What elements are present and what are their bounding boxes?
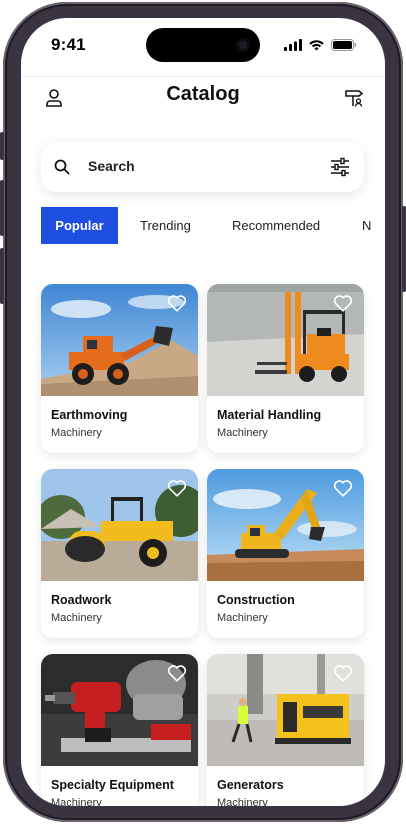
card-material-handling[interactable]: Material Handling Machinery [207, 284, 364, 453]
screen: 9:41 Catalog Search Popular Trending Rec… [21, 18, 385, 806]
card-category: Machinery [51, 612, 102, 624]
signpost-icon[interactable] [344, 88, 364, 108]
card-title: Roadwork [51, 593, 112, 607]
card-roadwork[interactable]: Roadwork Machinery [41, 469, 198, 638]
signal-icon [284, 39, 302, 51]
filter-sliders-icon[interactable] [330, 157, 350, 177]
favorite-heart-icon[interactable] [332, 477, 354, 499]
favorite-heart-icon[interactable] [332, 292, 354, 314]
page-title: Catalog [166, 83, 240, 105]
card-title: Material Handling [217, 408, 322, 422]
tab-popular[interactable]: Popular [41, 207, 118, 244]
favorite-heart-icon[interactable] [332, 662, 354, 684]
tab-more[interactable]: N [362, 207, 371, 244]
tab-recommended[interactable]: Recommended [232, 207, 320, 244]
card-title: Generators [217, 778, 284, 792]
status-time: 9:41 [51, 35, 86, 54]
card-category: Machinery [51, 427, 102, 439]
favorite-heart-icon[interactable] [166, 477, 188, 499]
favorite-heart-icon[interactable] [166, 292, 188, 314]
card-category: Machinery [217, 797, 268, 806]
card-category: Machinery [217, 427, 268, 439]
volume-down-button [0, 248, 4, 304]
volume-up-button [0, 180, 4, 236]
card-category: Machinery [51, 797, 102, 806]
card-title: Specialty Equipment [51, 778, 174, 792]
camera-icon [236, 38, 250, 52]
search-bar[interactable]: Search [41, 142, 364, 192]
category-tabs: Popular Trending Recommended N [41, 207, 385, 244]
battery-icon [331, 39, 357, 51]
status-icons [284, 38, 357, 52]
card-construction[interactable]: Construction Machinery [207, 469, 364, 638]
card-earthmoving[interactable]: Earthmoving Machinery [41, 284, 198, 453]
dynamic-island [146, 28, 260, 62]
power-button [402, 206, 406, 292]
card-title: Construction [217, 593, 295, 607]
card-specialty-equipment[interactable]: Specialty Equipment Machinery [41, 654, 198, 806]
wifi-icon [309, 40, 324, 51]
search-input[interactable]: Search [88, 158, 135, 174]
tab-trending[interactable]: Trending [140, 207, 191, 244]
mute-switch [0, 132, 4, 160]
search-icon [54, 159, 70, 175]
card-generators[interactable]: Generators Machinery [207, 654, 364, 806]
card-category: Machinery [217, 612, 268, 624]
favorite-heart-icon[interactable] [166, 662, 188, 684]
card-title: Earthmoving [51, 408, 128, 422]
